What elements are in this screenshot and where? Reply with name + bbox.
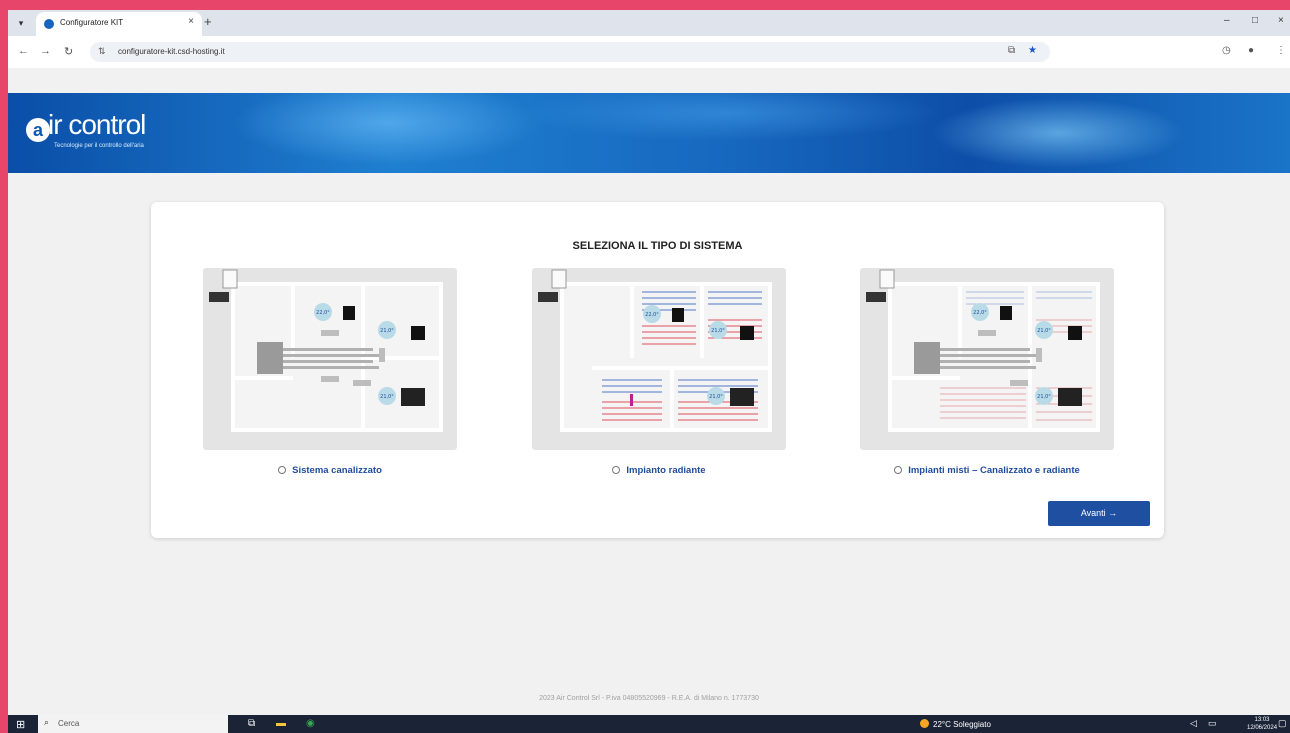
clock-date: 12/06/2024 [1247, 725, 1278, 731]
header-banner: a ir control Tecnologie per il controllo… [8, 93, 1290, 173]
ducted-temp-1: 22,0° [316, 310, 330, 316]
radiant-temp-1: 22,0° [645, 312, 659, 318]
notifications-icon[interactable]: ▢ [1278, 718, 1287, 729]
volume-icon[interactable]: ◁ [1190, 718, 1197, 729]
option-radiant[interactable]: 22,0° 21,0° 21,0° Impianto radiante [532, 268, 786, 476]
os-taskbar: ⊞ ⌕ Cerca ⧉ ▬ ◉ 22°C Soleggiato ◁ ▭ 13:0… [8, 715, 1290, 733]
radio-ducted[interactable] [278, 466, 287, 474]
forward-icon[interactable]: → [40, 45, 51, 57]
weather-widget[interactable]: 22°C Soleggiato [920, 719, 991, 729]
address-bar[interactable]: ⇅ configuratore-kit.csd-hosting.it ⧉ ★ [90, 42, 1050, 62]
tab-title: Configuratore KIT [60, 18, 124, 27]
radiant-temp-3: 21,0° [709, 394, 723, 400]
mixed-temp-2: 21,0° [1037, 328, 1051, 334]
ducted-temp-3: 21,0° [380, 394, 394, 400]
mixed-temp-3: 21,0° [1037, 394, 1051, 400]
reload-icon[interactable]: ↻ [64, 45, 73, 58]
tab-close-icon[interactable]: × [188, 16, 194, 27]
window-close-icon[interactable]: × [1278, 15, 1284, 26]
browser-tabbar: ▾ Configuratore KIT × + – □ × [8, 10, 1290, 36]
url-text[interactable]: configuratore-kit.csd-hosting.it [118, 47, 225, 56]
cast-icon[interactable]: ⧉ [1008, 45, 1015, 56]
chrome-icon[interactable]: ◉ [306, 718, 315, 729]
taskbar-search[interactable]: ⌕ Cerca [38, 715, 228, 733]
option-mixed-label[interactable]: Impianti misti – Canalizzato e radiante [908, 465, 1080, 476]
radio-radiant[interactable] [612, 466, 621, 474]
browser-tab[interactable]: Configuratore KIT × [36, 12, 202, 36]
search-icon: ⌕ [44, 717, 50, 727]
page-title: SELEZIONA IL TIPO DI SISTEMA [572, 240, 743, 252]
favicon-icon [44, 19, 54, 29]
radiant-system-image: 22,0° 21,0° 21,0° [532, 268, 786, 450]
task-view-icon[interactable]: ⧉ [248, 718, 255, 729]
option-label[interactable]: Sistema canalizzato [203, 465, 457, 476]
system-selection-card: SELEZIONA IL TIPO DI SISTEMA 22,0° 21,0°… [151, 202, 1164, 538]
back-icon[interactable]: ← [18, 45, 29, 57]
mixed-system-image: 22,0° 21,0° 21,0° [860, 268, 1114, 450]
site-info-icon[interactable]: ⇅ [98, 46, 106, 57]
bookmark-star-icon[interactable]: ★ [1028, 45, 1037, 56]
clock-time: 13:03 [1254, 717, 1270, 723]
option-label[interactable]: Impianti misti – Canalizzato e radiante [860, 465, 1114, 476]
logo-tagline: Tecnologie per il controllo dell'aria [54, 143, 144, 149]
minimize-icon[interactable]: – [1224, 15, 1230, 26]
taskbar-clock[interactable]: 13:03 12/06/2024 [1247, 716, 1277, 732]
next-button[interactable]: Avanti → [1048, 501, 1150, 526]
mixed-temp-1: 22,0° [973, 310, 987, 316]
menu-icon[interactable]: ⋮ [1276, 45, 1286, 56]
tab-search-icon[interactable]: ▾ [14, 16, 28, 30]
footer-text: 2023 Air Control Srl - P.iva 04805520969… [539, 695, 759, 702]
new-tab-button[interactable]: + [204, 14, 212, 29]
option-ducted-label[interactable]: Sistema canalizzato [292, 465, 382, 476]
maximize-icon[interactable]: □ [1252, 15, 1258, 26]
ducted-system-image: 22,0° 21,0° 21,0° [203, 268, 457, 450]
option-label[interactable]: Impianto radiante [532, 465, 786, 476]
browser-toolbar: ← → ↻ ⇅ configuratore-kit.csd-hosting.it… [8, 36, 1290, 68]
file-explorer-icon[interactable]: ▬ [276, 718, 286, 729]
weather-text: 22°C Soleggiato [933, 720, 991, 729]
logo-icon: a [26, 118, 50, 142]
logo-text: ir control [48, 109, 146, 140]
profile-icon[interactable]: ● [1248, 45, 1254, 56]
option-mixed[interactable]: 22,0° 21,0° 21,0° Impianti misti – Canal… [860, 268, 1114, 476]
radio-mixed[interactable] [894, 466, 903, 474]
taskbar-search-placeholder[interactable]: Cerca [58, 719, 79, 728]
option-ducted[interactable]: 22,0° 21,0° 21,0° Sistema canalizzato [203, 268, 457, 476]
windows-start-icon[interactable]: ⊞ [16, 718, 25, 731]
radiant-temp-2: 21,0° [711, 328, 725, 334]
screen: ▾ Configuratore KIT × + – □ × ← → ↻ ⇅ co… [8, 10, 1290, 733]
history-icon[interactable]: ◷ [1222, 45, 1231, 56]
network-icon[interactable]: ▭ [1208, 718, 1217, 729]
ducted-temp-2: 21,0° [380, 328, 394, 334]
option-radiant-label[interactable]: Impianto radiante [626, 465, 705, 476]
sun-icon [920, 719, 929, 728]
